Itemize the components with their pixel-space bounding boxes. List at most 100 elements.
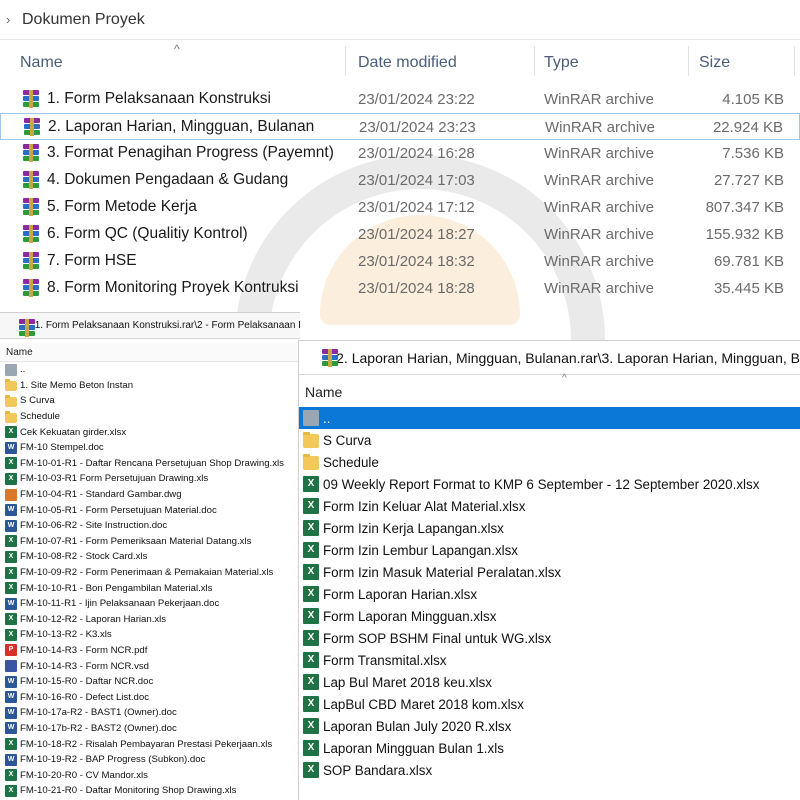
file-name: FM-10-05-R1 - Form Persetujuan Material.… bbox=[20, 504, 217, 516]
file-type: WinRAR archive bbox=[544, 91, 655, 108]
winrar-archive-icon bbox=[321, 348, 338, 367]
list-item[interactable]: .. bbox=[0, 362, 300, 378]
list-item[interactable]: X Cek Kekuatan girder.xlsx bbox=[0, 424, 300, 440]
column-header-name[interactable]: Name bbox=[0, 342, 300, 362]
chevron-right-icon[interactable]: › bbox=[6, 12, 22, 27]
winrar-archive-icon bbox=[22, 90, 40, 108]
list-item[interactable]: W FM-10-16-R0 - Defect List.doc bbox=[0, 689, 300, 705]
list-item[interactable]: X Form Transmital.xlsx bbox=[299, 649, 800, 671]
list-item[interactable]: X Form Izin Lembur Lapangan.xlsx bbox=[299, 539, 800, 561]
excel-file-icon: X bbox=[303, 652, 319, 668]
file-type: WinRAR archive bbox=[544, 145, 655, 162]
list-item[interactable]: X Laporan Mingguan Bulan 1.xls bbox=[299, 737, 800, 759]
file-date: 23/01/2024 23:22 bbox=[358, 91, 475, 108]
list-item[interactable]: X Form Izin Keluar Alat Material.xlsx bbox=[299, 495, 800, 517]
list-item[interactable]: X FM-10-21-R0 - Daftar Monitoring Shop Dr… bbox=[0, 783, 300, 799]
list-item[interactable]: W FM-10-05-R1 - Form Persetujuan Material… bbox=[0, 502, 300, 518]
list-item[interactable]: X FM-10-18-R2 - Risalah Pembayaran Presta… bbox=[0, 736, 300, 752]
column-header-size[interactable]: Size bbox=[699, 54, 730, 72]
file-size: 22.924 KB bbox=[712, 119, 783, 136]
column-divider[interactable] bbox=[345, 46, 346, 76]
winrar-archive-icon bbox=[22, 171, 40, 189]
list-item[interactable]: X FM-10-10-R1 - Bon Pengambilan Material.… bbox=[0, 580, 300, 596]
list-item[interactable]: X Form Laporan Mingguan.xlsx bbox=[299, 605, 800, 627]
list-item[interactable]: W FM-10-17a-R2 - BAST1 (Owner).doc bbox=[0, 705, 300, 721]
folder-icon bbox=[303, 454, 319, 470]
sort-ascending-icon: ^ bbox=[562, 373, 567, 384]
list-item[interactable]: X Form SOP BSHM Final untuk WG.xlsx bbox=[299, 627, 800, 649]
file-name: 1. Site Memo Beton Instan bbox=[20, 379, 134, 391]
list-item[interactable]: W FM-10-15-R0 - Daftar NCR.doc bbox=[0, 674, 300, 690]
file-row[interactable]: 4. Dokumen Pengadaan & Gudang 23/01/2024 … bbox=[0, 167, 800, 194]
list-item[interactable]: FM-10-04-R1 - Standard Gambar.dwg bbox=[0, 487, 300, 503]
list-item[interactable]: X Form Laporan Harian.xlsx bbox=[299, 583, 800, 605]
list-item[interactable]: X Form Izin Masuk Material Peralatan.xlsx bbox=[299, 561, 800, 583]
excel-file-icon: X bbox=[5, 613, 17, 626]
file-row[interactable]: 2. Laporan Harian, Mingguan, Bulanan 23/0… bbox=[0, 113, 800, 140]
list-item[interactable]: X Lap Bul Maret 2018 keu.xlsx bbox=[299, 671, 800, 693]
list-item[interactable]: X FM-10-20-R0 - CV Mandor.xls bbox=[0, 767, 300, 783]
archive-path[interactable]: 1. Form Pelaksanaan Konstruksi.rar\2 - F… bbox=[35, 320, 300, 331]
breadcrumb-item[interactable]: Dokumen Proyek bbox=[22, 11, 145, 29]
list-item[interactable]: P FM-10-14-R3 - Form NCR.pdf bbox=[0, 643, 300, 659]
list-item[interactable]: Schedule bbox=[0, 409, 300, 425]
file-name: Lap Bul Maret 2018 keu.xlsx bbox=[323, 674, 492, 690]
list-item[interactable]: W FM-10-06-R2 - Site Instruction.doc bbox=[0, 518, 300, 534]
list-item[interactable]: X LapBul CBD Maret 2018 kom.xlsx bbox=[299, 693, 800, 715]
file-date: 23/01/2024 18:32 bbox=[358, 253, 475, 270]
parent-folder-icon bbox=[5, 363, 17, 376]
list-item[interactable]: X FM-10-01-R1 - Daftar Rencana Persetujua… bbox=[0, 456, 300, 472]
list-item[interactable]: X Form Izin Kerja Lapangan.xlsx bbox=[299, 517, 800, 539]
column-header-name[interactable]: Name bbox=[20, 54, 63, 72]
column-divider[interactable] bbox=[688, 46, 689, 76]
file-name: LapBul CBD Maret 2018 kom.xlsx bbox=[323, 696, 524, 712]
list-item[interactable]: X FM-10-09-R2 - Form Penerimaan & Pemakai… bbox=[0, 565, 300, 581]
list-item[interactable]: W FM-10-17b-R2 - BAST2 (Owner).doc bbox=[0, 721, 300, 737]
list-item[interactable]: .. bbox=[299, 407, 800, 429]
excel-file-icon: X bbox=[5, 426, 17, 439]
list-item[interactable]: X FM-10-07-R1 - Form Pemeriksaan Material… bbox=[0, 534, 300, 550]
list-item[interactable]: W FM-10-11-R1 - Ijin Pelaksanaan Pekerjaa… bbox=[0, 596, 300, 612]
archive-path-bar: 1. Form Pelaksanaan Konstruksi.rar\2 - F… bbox=[0, 313, 300, 339]
list-item[interactable]: X 09 Weekly Report Format to KMP 6 Septem… bbox=[299, 473, 800, 495]
list-item[interactable]: S Curva bbox=[0, 393, 300, 409]
list-item[interactable]: X FM-10-12-R2 - Laporan Harian.xls bbox=[0, 612, 300, 628]
list-item[interactable]: W FM-10-19-R2 - BAP Progress (Subkon).doc bbox=[0, 752, 300, 768]
file-name: FM-10-18-R2 - Risalah Pembayaran Prestas… bbox=[20, 738, 273, 750]
list-item[interactable]: Schedule bbox=[299, 451, 800, 473]
list-item[interactable]: FM-10-14-R3 - Form NCR.vsd bbox=[0, 658, 300, 674]
file-row[interactable]: 5. Form Metode Kerja 23/01/2024 17:12 WinR… bbox=[0, 194, 800, 221]
column-header-name[interactable]: Name bbox=[305, 384, 342, 400]
list-item[interactable]: X SOP Bandara.xlsx bbox=[299, 759, 800, 781]
list-item[interactable]: 1. Site Memo Beton Instan bbox=[0, 378, 300, 394]
column-divider[interactable] bbox=[794, 46, 795, 76]
list-item[interactable]: S Curva bbox=[299, 429, 800, 451]
list-item[interactable]: X FM-10-08-R2 - Stock Card.xls bbox=[0, 549, 300, 565]
file-row[interactable]: 8. Form Monitoring Proyek Kontruksi 23/01… bbox=[0, 275, 800, 302]
excel-file-icon: X bbox=[5, 628, 17, 641]
file-row[interactable]: 6. Form QC (Qualitiy Kontrol) 23/01/2024 … bbox=[0, 221, 800, 248]
column-header-date[interactable]: Date modified bbox=[358, 54, 457, 72]
file-size: 27.727 KB bbox=[713, 172, 784, 189]
excel-file-icon: X bbox=[5, 535, 17, 548]
file-name: FM-10-03-R1 Form Persetujuan Drawing.xls bbox=[20, 473, 209, 485]
archive-path[interactable]: 2. Laporan Harian, Mingguan, Bulanan.rar… bbox=[336, 350, 800, 366]
winrar-archive-icon bbox=[22, 198, 40, 216]
list-item[interactable]: X Laporan Bulan July 2020 R.xlsx bbox=[299, 715, 800, 737]
column-header-type[interactable]: Type bbox=[544, 54, 579, 72]
list-item[interactable]: X FM-10-03-R1 Form Persetujuan Drawing.xl… bbox=[0, 471, 300, 487]
file-name: Schedule bbox=[20, 411, 61, 423]
excel-file-icon: X bbox=[303, 586, 319, 602]
folder-icon bbox=[5, 379, 17, 392]
word-file-icon: W bbox=[5, 441, 17, 454]
breadcrumb: › Dokumen Proyek bbox=[0, 0, 800, 40]
file-name: FM-10-20-R0 - CV Mandor.xls bbox=[20, 769, 148, 781]
file-row[interactable]: 1. Form Pelaksanaan Konstruksi 23/01/2024… bbox=[0, 86, 800, 113]
list-item[interactable]: X FM-10-13-R2 - K3.xls bbox=[0, 627, 300, 643]
file-name: Form SOP BSHM Final untuk WG.xlsx bbox=[323, 630, 552, 646]
folder-icon bbox=[5, 394, 17, 407]
list-item[interactable]: W FM-10 Stempel.doc bbox=[0, 440, 300, 456]
file-row[interactable]: 7. Form HSE 23/01/2024 18:32 WinRAR archiv… bbox=[0, 248, 800, 275]
file-row[interactable]: 3. Format Penagihan Progress (Payemnt) 23… bbox=[0, 140, 800, 167]
column-divider[interactable] bbox=[534, 46, 535, 76]
